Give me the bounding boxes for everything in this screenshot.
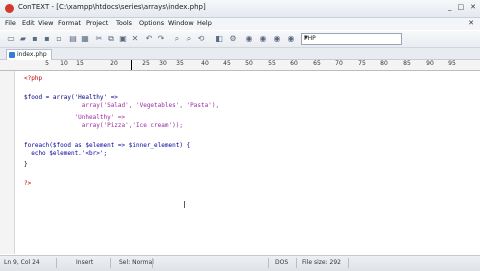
find-icon[interactable]: ⌕ bbox=[172, 34, 182, 44]
code-line: ?> bbox=[24, 180, 32, 187]
code-line: <?php bbox=[24, 75, 43, 82]
ruler-label: 20 bbox=[110, 60, 118, 67]
ruler-label: 65 bbox=[313, 60, 321, 67]
code-line: array('Pizza','Ice cream')); bbox=[24, 122, 183, 129]
run-command-1-icon[interactable]: ◉ bbox=[244, 34, 254, 44]
php-file-icon bbox=[9, 52, 15, 58]
run-command-2-icon[interactable]: ◉ bbox=[258, 34, 268, 44]
context-app-icon bbox=[5, 4, 14, 13]
ruler-label: 45 bbox=[223, 60, 231, 67]
code-line: array('Salad', 'Vegetables', 'Pasta'), bbox=[24, 102, 220, 109]
paste-icon[interactable]: ▣ bbox=[118, 34, 128, 44]
status-divider bbox=[348, 258, 349, 268]
ruler-label: 30 bbox=[159, 60, 167, 67]
chevron-down-icon: ▼ bbox=[304, 35, 308, 41]
new-file-icon[interactable]: ▭ bbox=[6, 34, 16, 44]
run-command-4-icon[interactable]: ◉ bbox=[286, 34, 296, 44]
ruler-label: 5 bbox=[45, 60, 49, 67]
ruler-label: 90 bbox=[426, 60, 434, 67]
undo-icon[interactable]: ↶ bbox=[144, 34, 154, 44]
copy-icon[interactable]: ⧉ bbox=[106, 34, 116, 44]
cut-icon[interactable]: ✂ bbox=[94, 34, 104, 44]
toolbar: ▭ ▰ ▪ ▪ ▫ ▤ ▦ ✂ ⧉ ▣ ✕ ↶ ↷ ⌕ ⌕ ⟲ ◧ ⚙ ◉ ◉ … bbox=[0, 31, 480, 48]
delete-icon[interactable]: ✕ bbox=[130, 34, 140, 44]
ruler-label: 80 bbox=[380, 60, 388, 67]
status-divider bbox=[296, 258, 297, 268]
menu-file[interactable]: File bbox=[5, 19, 16, 27]
ruler-label: 35 bbox=[176, 60, 184, 67]
insert-mode: Insert bbox=[76, 259, 94, 266]
ruler-cursor-marker bbox=[131, 60, 132, 70]
line-gutter bbox=[0, 71, 15, 254]
code-line: foreach($food as $element => $inner_elem… bbox=[24, 142, 191, 149]
line-ending-format: DOS bbox=[275, 259, 289, 266]
status-divider bbox=[56, 258, 57, 268]
status-divider bbox=[268, 258, 269, 268]
settings-icon[interactable]: ⚙ bbox=[228, 34, 238, 44]
status-divider bbox=[110, 258, 111, 268]
save-icon[interactable]: ▪ bbox=[30, 34, 40, 44]
menu-format[interactable]: Format bbox=[58, 19, 81, 27]
column-ruler: 5 10 15 20 25 30 35 40 45 50 55 60 65 70… bbox=[0, 60, 480, 71]
ruler-label: 95 bbox=[448, 60, 456, 67]
save-all-icon[interactable]: ▪ bbox=[42, 34, 52, 44]
window-title: ConTEXT - [C:\xampp\htdocs\series\arrays… bbox=[18, 3, 206, 11]
selection-mode: Sel: Normal bbox=[119, 259, 154, 266]
open-folder-icon[interactable]: ▰ bbox=[18, 34, 28, 44]
ruler-label: 15 bbox=[76, 60, 84, 67]
redo-icon[interactable]: ↷ bbox=[156, 34, 166, 44]
status-divider bbox=[152, 258, 153, 268]
ruler-label: 70 bbox=[335, 60, 343, 67]
code-line: echo $element.'<br>'; bbox=[24, 150, 108, 157]
code-line: $food = array('Healthy' => bbox=[24, 94, 118, 101]
cursor-position: Ln 9, Col 24 bbox=[4, 259, 40, 266]
run-command-3-icon[interactable]: ◉ bbox=[272, 34, 282, 44]
minimize-button[interactable]: _ bbox=[448, 3, 452, 11]
replace-icon[interactable]: ⟲ bbox=[196, 34, 206, 44]
close-file-icon[interactable]: ▫ bbox=[54, 34, 64, 44]
ruler-label: 50 bbox=[245, 60, 253, 67]
find-next-icon[interactable]: ⌕ bbox=[184, 34, 194, 44]
ruler-label: 40 bbox=[201, 60, 209, 67]
menu-edit[interactable]: Edit bbox=[22, 19, 35, 27]
print-icon[interactable]: ▤ bbox=[68, 34, 78, 44]
tab-index-php[interactable]: index.php bbox=[6, 49, 52, 60]
maximize-button[interactable]: □ bbox=[458, 3, 465, 11]
status-bar: Ln 9, Col 24 Insert Sel: Normal DOS File… bbox=[0, 255, 480, 271]
code-line: 'Unhealthy' => bbox=[24, 114, 126, 121]
preview-icon[interactable]: ▦ bbox=[80, 34, 90, 44]
tab-label: index.php bbox=[17, 51, 47, 58]
ruler-label: 60 bbox=[290, 60, 298, 67]
close-button[interactable]: ✕ bbox=[470, 3, 476, 11]
menu-window[interactable]: Window bbox=[168, 19, 194, 27]
ruler-label: 25 bbox=[142, 60, 150, 67]
tab-bar: index.php bbox=[0, 48, 480, 60]
window-controls: _ □ ✕ bbox=[448, 3, 476, 11]
code-line: } bbox=[24, 161, 28, 168]
menu-options[interactable]: Options bbox=[139, 19, 164, 27]
ruler-label: 75 bbox=[358, 60, 366, 67]
ruler-label: 85 bbox=[403, 60, 411, 67]
document-close-button[interactable]: ✕ bbox=[468, 19, 474, 27]
ruler-label: 55 bbox=[268, 60, 276, 67]
menu-view[interactable]: View bbox=[38, 19, 53, 27]
menu-bar: File Edit View Format Project Tools Opti… bbox=[0, 18, 480, 30]
ruler-label: 10 bbox=[60, 60, 68, 67]
menu-project[interactable]: Project bbox=[86, 19, 108, 27]
highlighter-select[interactable]: PHP ▼ bbox=[301, 33, 402, 45]
menu-tools[interactable]: Tools bbox=[116, 19, 132, 27]
title-bar: ConTEXT - [C:\xampp\htdocs\series\arrays… bbox=[0, 0, 480, 18]
menu-help[interactable]: Help bbox=[197, 19, 212, 27]
file-size: File size: 292 bbox=[302, 259, 341, 266]
text-cursor-icon: I bbox=[183, 200, 186, 211]
bookmark-icon[interactable]: ◧ bbox=[214, 34, 224, 44]
